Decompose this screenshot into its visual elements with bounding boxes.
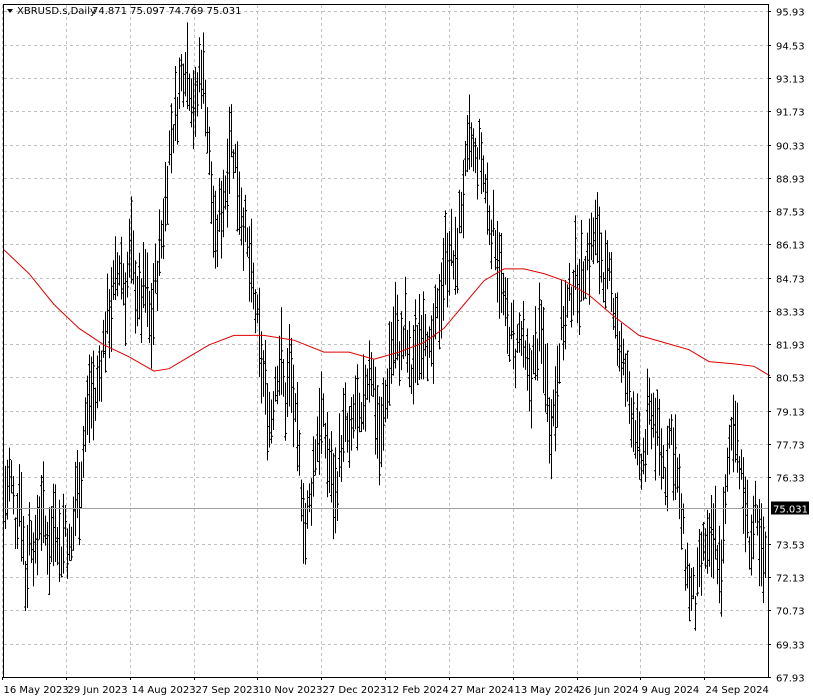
time-tick-label: 14 Aug 2023 — [132, 685, 196, 696]
price-tick-label: 91.73 — [776, 108, 805, 119]
price-tick-label: 90.33 — [776, 142, 805, 153]
price-tick-label: 83.33 — [776, 308, 805, 319]
price-tick-label: 72.13 — [776, 574, 805, 585]
symbol-label: XBRUSD.s,Daily — [17, 6, 96, 17]
last-price-badge: 75.031 — [771, 501, 809, 516]
time-tick-label: 27 Mar 2024 — [451, 685, 514, 696]
price-tick-label: 69.33 — [776, 641, 805, 652]
price-tick-label: 76.33 — [776, 474, 805, 485]
price-tick-label: 79.13 — [776, 408, 805, 419]
price-tick-label: 87.53 — [776, 208, 805, 219]
price-tick-label: 93.13 — [776, 75, 805, 86]
time-tick-label: 10 Nov 2023 — [259, 685, 323, 696]
time-tick-label: 9 Aug 2024 — [642, 685, 700, 696]
price-tick-label: 81.93 — [776, 341, 805, 352]
price-tick-label: 70.73 — [776, 607, 805, 618]
price-chart[interactable]: 95.93 94.53 93.13 91.73 90.33 88.93 87.53 86.13… — [0, 0, 813, 700]
price-tick-label: 73.53 — [776, 541, 805, 552]
time-tick-label: 16 May 2023 — [4, 685, 69, 696]
price-tick-label: 95.93 — [776, 8, 805, 19]
price-tick-label: 84.73 — [776, 275, 805, 286]
time-tick-label: 24 Sep 2024 — [706, 685, 769, 696]
last-price-value: 75.031 — [773, 505, 808, 516]
price-tick-label: 94.53 — [776, 42, 805, 53]
price-tick-label: 88.93 — [776, 175, 805, 186]
time-tick-label: 27 Dec 2023 — [323, 685, 387, 696]
chart-header: XBRUSD.s,Daily 74.871 75.097 74.769 75.0… — [7, 6, 242, 17]
time-tick-label: 13 May 2024 — [515, 685, 580, 696]
price-tick-label: 77.73 — [776, 441, 805, 452]
time-tick-label: 26 Jun 2024 — [579, 685, 639, 696]
price-tick-label: 67.93 — [776, 674, 805, 685]
time-tick-label: 27 Sep 2023 — [196, 685, 259, 696]
time-tick-label: 29 Jun 2023 — [68, 685, 128, 696]
ohlc-values: 74.871 75.097 74.769 75.031 — [92, 6, 242, 17]
price-tick-label: 80.53 — [776, 374, 805, 385]
time-tick-label: 12 Feb 2024 — [387, 685, 449, 696]
price-tick-label: 86.13 — [776, 241, 805, 252]
